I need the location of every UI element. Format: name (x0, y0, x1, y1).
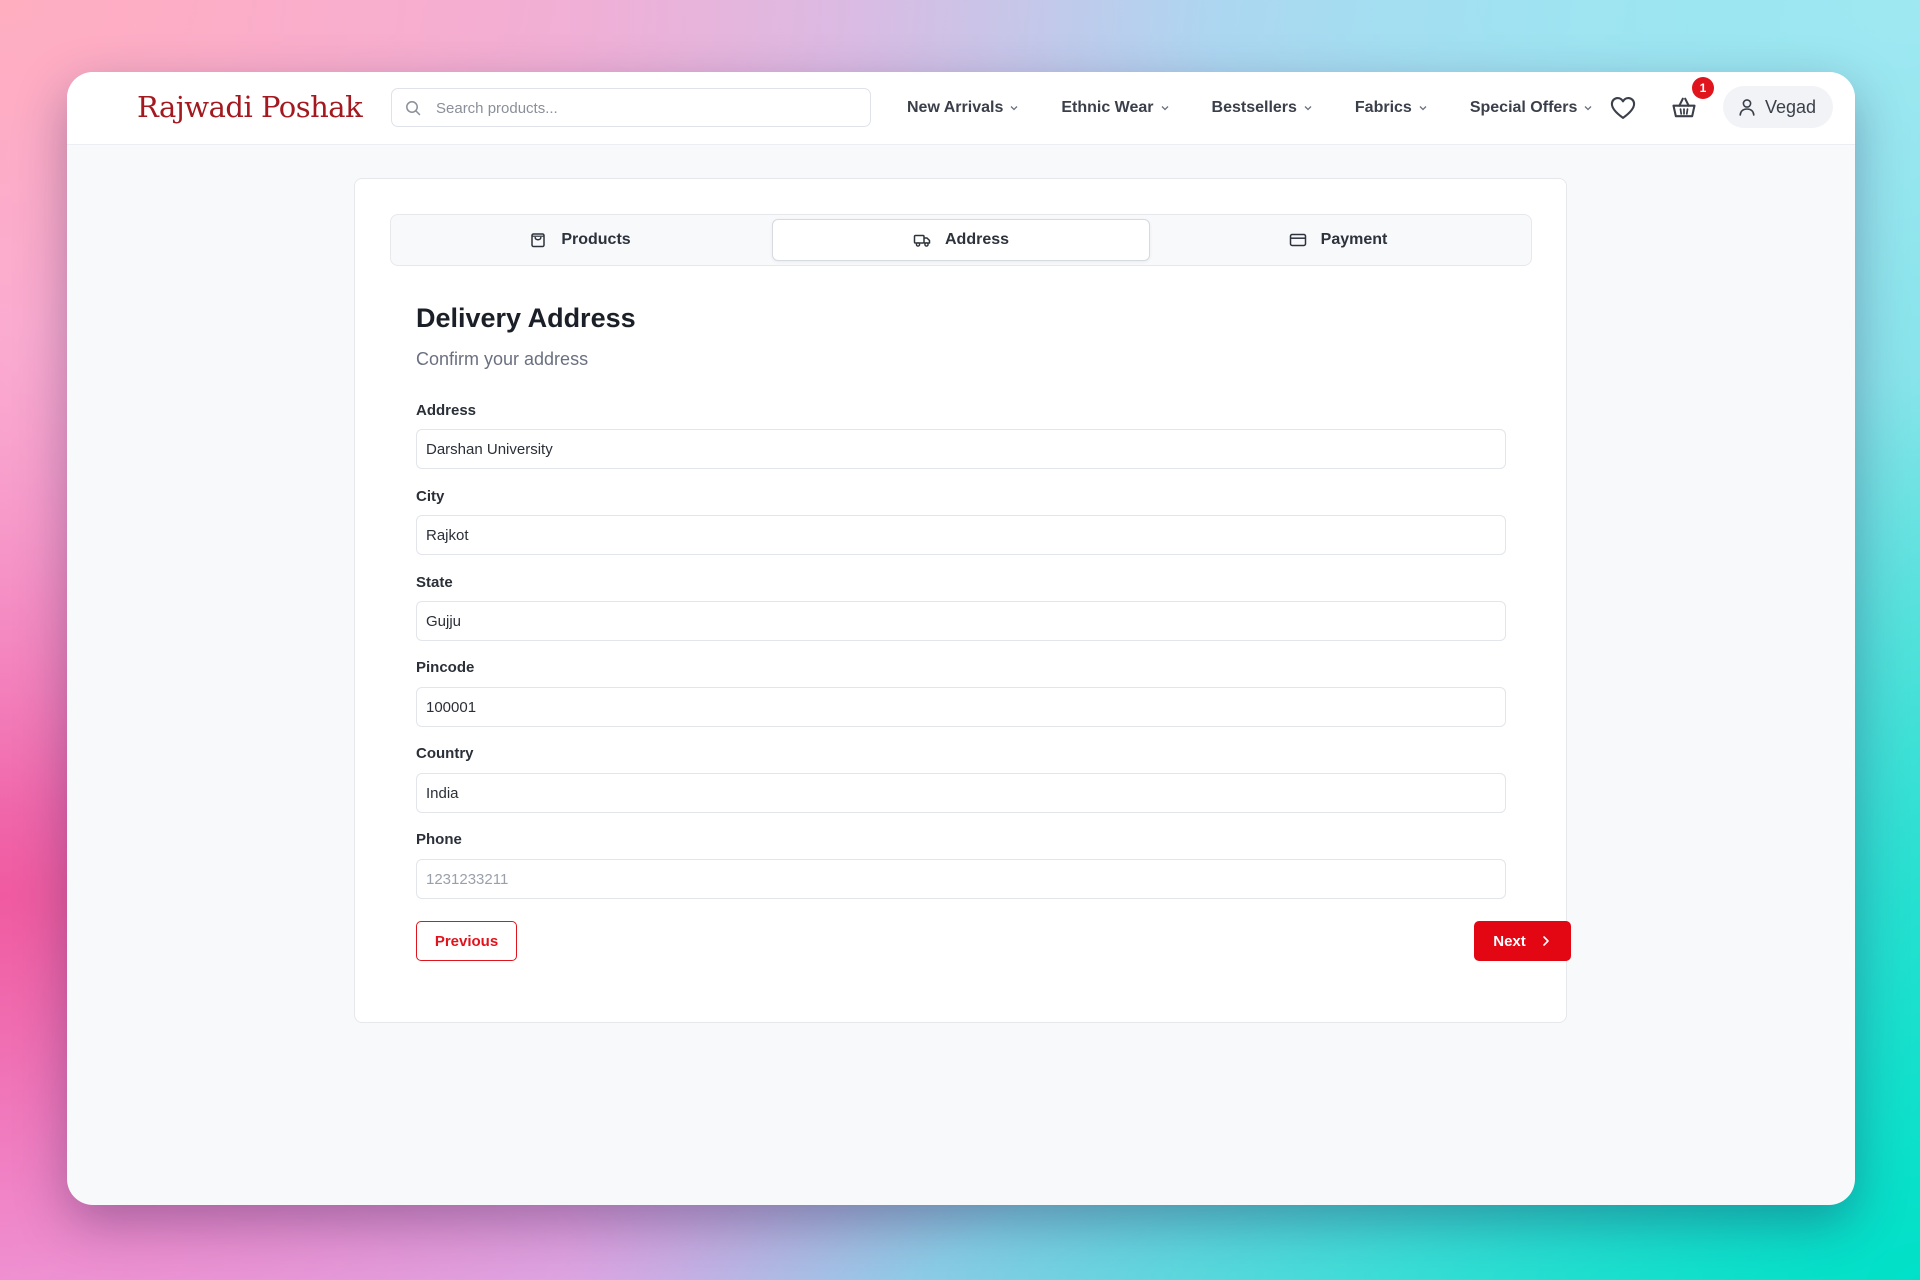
brand-logo[interactable]: Rajwadi Poshak (137, 90, 363, 124)
nav-fabrics[interactable]: Fabrics (1355, 99, 1428, 117)
user-name: Vegad (1765, 97, 1817, 117)
checkout-steps: Products Address Payment (390, 214, 1532, 266)
address-input[interactable] (416, 429, 1506, 469)
tab-payment[interactable]: Payment (1149, 219, 1527, 261)
app-window: Rajwadi Poshak New Arrivals Ethnic Wear … (67, 72, 1855, 1205)
chevron-down-icon (1304, 106, 1312, 111)
city-input[interactable] (416, 515, 1506, 555)
chevron-down-icon (1419, 106, 1427, 111)
nav-new-arrivals[interactable]: New Arrivals (907, 99, 1019, 117)
next-button[interactable]: Next (1474, 921, 1571, 961)
form-subtitle: Confirm your address (416, 349, 589, 369)
address-label: Address (416, 402, 477, 419)
nav-label: Ethnic Wear (1061, 99, 1154, 116)
search-input[interactable] (434, 89, 858, 128)
nav-label: Special Offers (1469, 99, 1578, 116)
country-input[interactable] (416, 773, 1506, 813)
tab-label: Products (561, 231, 631, 248)
tab-label: Payment (1320, 231, 1388, 248)
country-label: Country (416, 745, 474, 762)
credit-card-icon (1289, 233, 1306, 247)
user-menu-button[interactable]: Vegad (1723, 86, 1833, 128)
main-nav: New Arrivals Ethnic Wear Bestsellers Fab… (907, 72, 1635, 144)
state-input[interactable] (416, 601, 1506, 641)
form-title: Delivery Address (416, 303, 636, 333)
heart-icon[interactable] (1609, 94, 1637, 122)
state-label: State (416, 574, 453, 591)
checkout-card: Products Address Payment Delivery Addres… (354, 178, 1571, 1023)
next-label: Next (1493, 932, 1526, 950)
phone-label: Phone (416, 831, 462, 848)
phone-input[interactable] (416, 859, 1506, 899)
tab-products[interactable]: Products (391, 219, 769, 261)
chevron-down-icon (1584, 106, 1592, 111)
chevron-down-icon (1010, 106, 1018, 111)
user-icon (1739, 99, 1755, 116)
previous-button[interactable]: Previous (416, 921, 517, 961)
top-navbar: Rajwadi Poshak New Arrivals Ethnic Wear … (67, 72, 1855, 145)
tab-label: Address (944, 231, 1010, 248)
tab-address[interactable]: Address (772, 219, 1150, 261)
nav-label: Fabrics (1354, 99, 1412, 116)
pincode-label: Pincode (416, 659, 475, 676)
search-box[interactable] (391, 88, 871, 128)
cart-count-badge: 1 (1692, 77, 1714, 99)
nav-special-offers[interactable]: Special Offers (1470, 99, 1594, 117)
truck-icon (913, 234, 931, 247)
nav-bestsellers[interactable]: Bestsellers (1212, 99, 1313, 117)
city-label: City (416, 488, 445, 505)
chevron-down-icon (1161, 106, 1168, 111)
nav-label: New Arrivals (907, 99, 1004, 116)
search-icon (406, 101, 421, 116)
chevron-right-icon (1542, 936, 1549, 946)
nav-ethnic-wear[interactable]: Ethnic Wear (1061, 99, 1169, 117)
basket-icon[interactable] (1670, 94, 1698, 122)
nav-label: Bestsellers (1211, 99, 1297, 116)
pincode-input[interactable] (416, 687, 1506, 727)
shopping-bag-icon (531, 233, 546, 248)
